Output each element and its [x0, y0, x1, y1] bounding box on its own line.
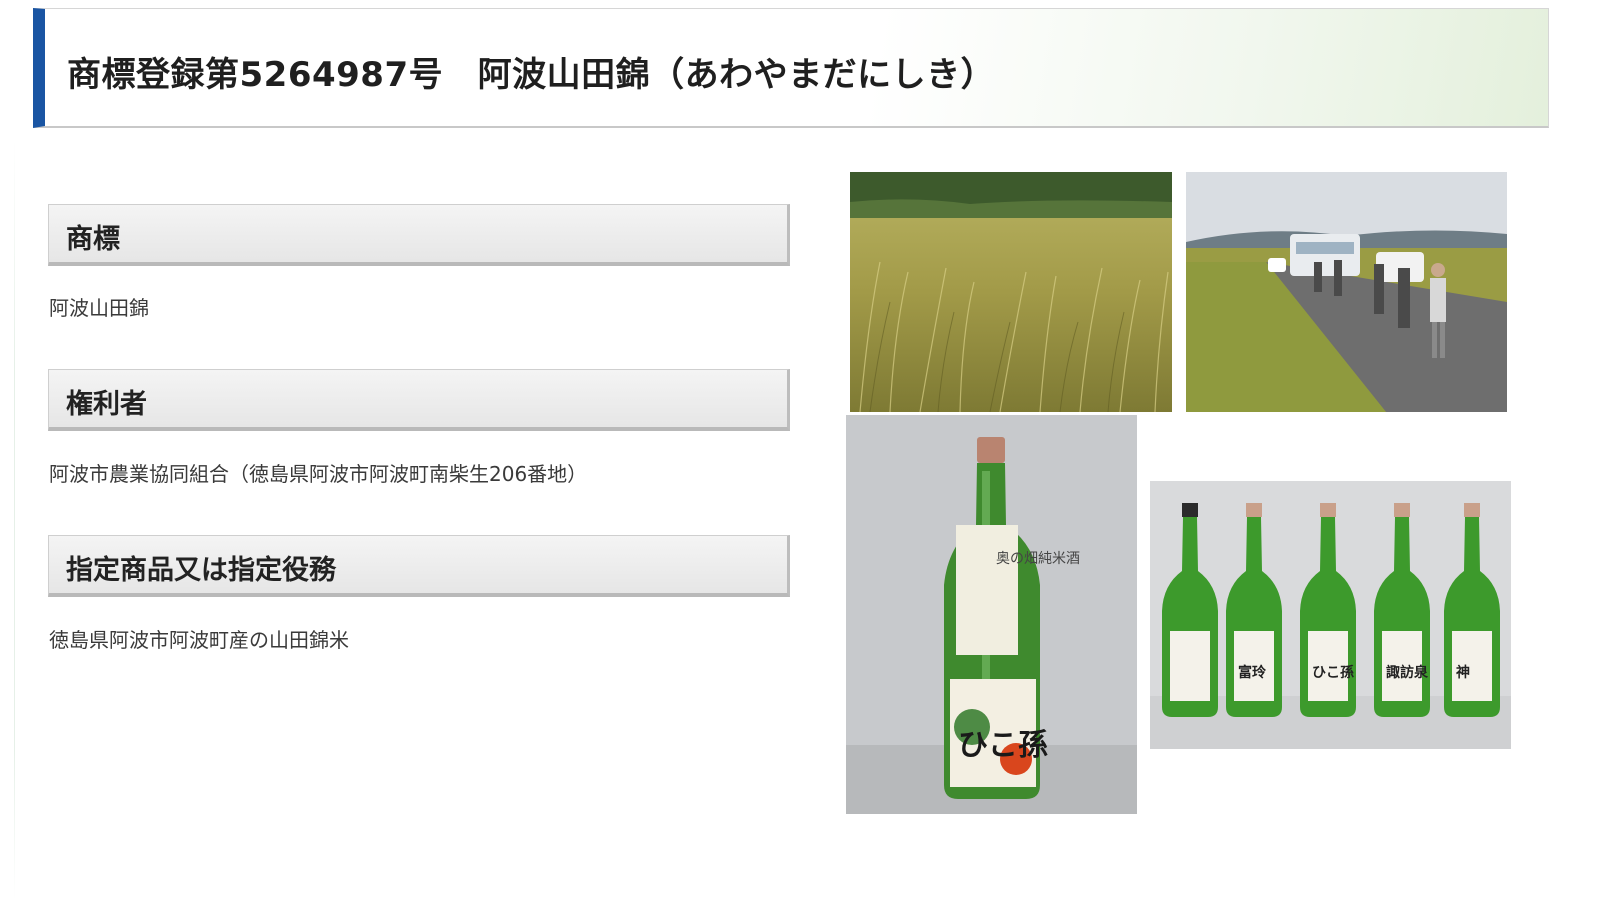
bottle-label-text: 富玲	[1238, 664, 1267, 681]
section-heading-rights-holder: 権利者	[48, 369, 790, 431]
bottle-label-text: 諏訪泉	[1386, 664, 1429, 681]
bottle-label-text: ひこ孫	[958, 728, 1048, 763]
title-banner: 商標登録第5264987号 阿波山田錦（あわやまだにしき）	[33, 8, 1549, 128]
photo-rice-field	[850, 172, 1172, 412]
bottle-label-text: 神	[1456, 664, 1470, 681]
bottle-lineup-image: 富玲 ひこ孫 諏訪泉 神	[1150, 481, 1511, 749]
page-edge-rule	[14, 140, 15, 900]
field-inspection-image	[1186, 172, 1507, 412]
page-title: 商標登録第5264987号 阿波山田錦（あわやまだにしき）	[67, 55, 996, 95]
single-bottle-image: 奥の畑純米酒 ひこ孫	[846, 415, 1137, 814]
section-body-trademark: 阿波山田錦	[49, 296, 149, 320]
section-heading-label: 指定商品又は指定役務	[66, 555, 336, 586]
photo-single-bottle: 奥の畑純米酒 ひこ孫	[846, 415, 1137, 814]
neck-tag-text: 奥の畑純米酒	[996, 550, 1080, 567]
section-heading-designated-goods: 指定商品又は指定役務	[48, 535, 790, 597]
photo-bottle-lineup: 富玲 ひこ孫 諏訪泉 神	[1150, 481, 1511, 749]
section-heading-label: 権利者	[66, 389, 147, 420]
photo-field-inspection	[1186, 172, 1507, 412]
section-heading-trademark: 商標	[48, 204, 790, 266]
section-body-rights-holder: 阿波市農業協同組合（徳島県阿波市阿波町南柴生206番地）	[49, 462, 588, 486]
section-heading-label: 商標	[66, 224, 120, 255]
bottle-label-text: ひこ孫	[1312, 664, 1354, 681]
section-body-designated-goods: 徳島県阿波市阿波町産の山田錦米	[49, 628, 349, 652]
rice-field-image	[850, 172, 1172, 412]
